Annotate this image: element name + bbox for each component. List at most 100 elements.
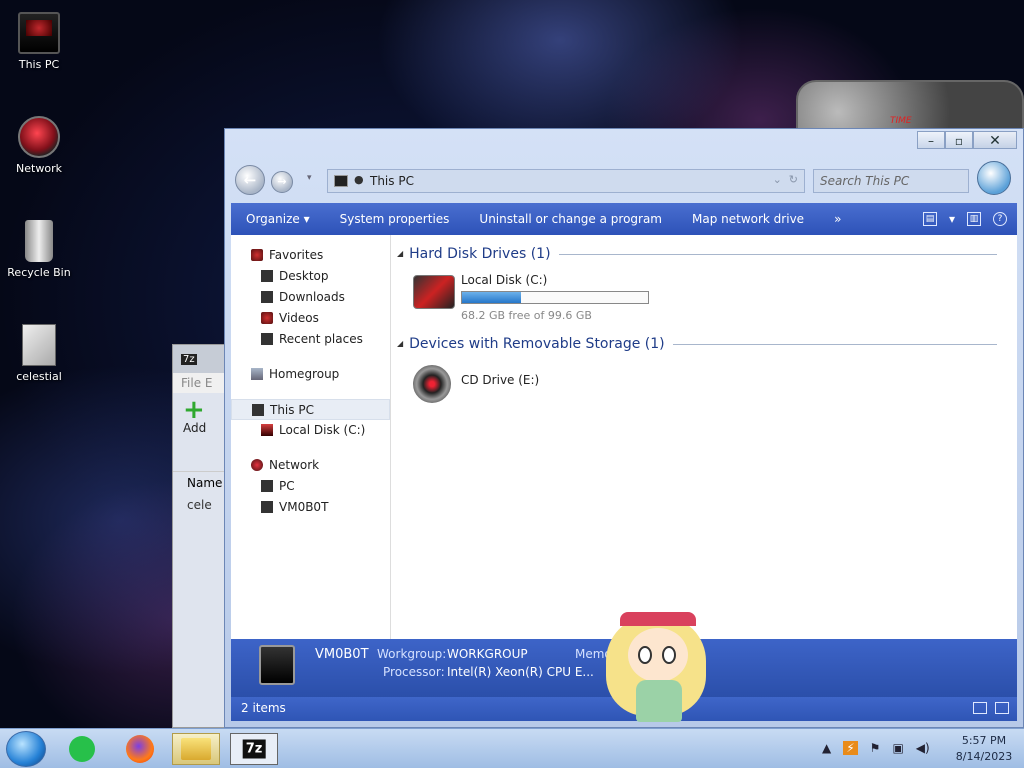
sidebar-item-network[interactable]: Network xyxy=(231,455,390,476)
recent-locations-icon[interactable]: ▾ xyxy=(307,173,312,183)
7zip-icon: 7z xyxy=(242,739,266,759)
caption-buttons: – ▫ ✕ xyxy=(917,131,1017,149)
taskbar-firefox[interactable] xyxy=(116,733,164,765)
drive-cd[interactable]: CD Drive (E:) xyxy=(397,359,997,417)
computer-icon xyxy=(261,480,273,492)
start-button[interactable] xyxy=(6,731,46,767)
volume-icon[interactable]: ◀) xyxy=(916,741,930,755)
this-pc-icon xyxy=(18,12,60,54)
network-icon xyxy=(251,459,263,471)
notes-icon xyxy=(69,736,95,762)
address-bar[interactable]: ● This PC ⌄ ↻ xyxy=(327,169,805,193)
content-area: Favorites Desktop Downloads Videos Recen… xyxy=(231,235,1017,639)
sidebar-label: Videos xyxy=(279,311,319,325)
computer-icon xyxy=(259,645,295,685)
group-title: Devices with Removable Storage (1) xyxy=(409,336,665,352)
details-view-icon[interactable] xyxy=(973,702,987,714)
group-removable-storage[interactable]: ◢ Devices with Removable Storage (1) xyxy=(397,333,997,355)
desktop-icon-celestial[interactable]: celestial xyxy=(4,324,74,383)
sidebar-label: Homegroup xyxy=(269,367,340,381)
zip-menu-bar: File E xyxy=(173,373,231,393)
more-commands-button[interactable]: » xyxy=(819,212,856,226)
group-title: Hard Disk Drives (1) xyxy=(409,246,551,262)
time-widget: TIME xyxy=(796,80,1024,132)
sidebar-label: Recent places xyxy=(279,332,363,346)
close-button[interactable]: ✕ xyxy=(973,131,1017,149)
minimize-button[interactable]: – xyxy=(917,131,945,149)
sidebar-item-this-pc[interactable]: This PC xyxy=(231,399,390,420)
zip-menu-file[interactable]: File xyxy=(181,376,201,390)
preview-pane-icon[interactable]: ▥ xyxy=(967,212,981,226)
search-icon[interactable] xyxy=(977,161,1011,195)
sidebar-item-downloads[interactable]: Downloads xyxy=(231,287,390,308)
item-count: 2 items xyxy=(241,701,286,715)
sidebar-item-recent-places[interactable]: Recent places xyxy=(231,329,390,350)
search-input[interactable]: Search This PC xyxy=(813,169,969,193)
address-dropdown-refresh-icons[interactable]: ⌄ ↻ xyxy=(773,173,798,186)
this-pc-icon xyxy=(252,404,264,416)
zip-add-label: Add xyxy=(183,421,207,435)
zip-add-button[interactable]: + Add xyxy=(173,393,231,441)
zip-menu-edit[interactable]: E xyxy=(205,376,213,390)
cd-drive-icon xyxy=(413,365,451,403)
taskbar-file-explorer[interactable] xyxy=(172,733,220,765)
desktop-icon-network[interactable]: Network xyxy=(4,116,74,175)
desktop-icon-recycle-bin[interactable]: Recycle Bin xyxy=(4,220,74,279)
address-text: This PC xyxy=(370,174,414,188)
help-icon[interactable]: ? xyxy=(993,212,1007,226)
taskbar-notes-app[interactable] xyxy=(58,733,106,765)
tray-app-icon[interactable]: ⚡ xyxy=(843,741,858,755)
forward-button[interactable]: → xyxy=(271,171,293,193)
desktop-icon-this-pc[interactable]: This PC xyxy=(4,12,74,71)
network-status-icon[interactable]: ▣ xyxy=(892,741,903,755)
show-hidden-icons-icon[interactable]: ▲ xyxy=(822,741,831,755)
change-view-icon[interactable]: ▤ xyxy=(922,212,937,226)
action-center-flag-icon[interactable]: ⚑ xyxy=(870,741,881,755)
sidebar-item-local-disk[interactable]: Local Disk (C:) xyxy=(231,420,390,441)
organize-button[interactable]: Organize ▾ xyxy=(231,212,325,226)
maximize-button[interactable]: ▫ xyxy=(945,131,973,149)
sidebar-item-videos[interactable]: Videos xyxy=(231,308,390,329)
command-bar: Organize ▾ System properties Uninstall o… xyxy=(231,203,1017,235)
collapse-icon: ◢ xyxy=(397,249,404,258)
group-hard-disk-drives[interactable]: ◢ Hard Disk Drives (1) xyxy=(397,243,997,265)
clock[interactable]: 5:57 PM 8/14/2023 xyxy=(954,733,1014,765)
back-button[interactable]: ← xyxy=(235,165,265,195)
recent-places-icon xyxy=(261,333,273,345)
view-controls: ▤ ▾ ▥ ? xyxy=(922,212,1017,226)
widget-label: TIME xyxy=(890,116,912,126)
sidebar-item-favorites[interactable]: Favorites xyxy=(231,245,390,266)
map-network-drive-button[interactable]: Map network drive xyxy=(677,212,819,226)
zip-file-row[interactable]: cele xyxy=(173,494,231,516)
desktop-icon-label: Network xyxy=(16,162,62,175)
cartoon-character xyxy=(606,602,708,728)
clock-time: 5:57 PM xyxy=(961,734,1007,747)
downloads-icon xyxy=(261,291,273,303)
large-icons-view-icon[interactable] xyxy=(995,702,1009,714)
sidebar-item-vm[interactable]: VM0B0T xyxy=(231,497,390,518)
system-tray: ▲ ⚡ ⚑ ▣ ◀) xyxy=(822,741,930,755)
file-icon xyxy=(22,324,56,366)
hard-drive-icon xyxy=(413,275,455,309)
zip-title-bar[interactable]: 7z xyxy=(173,345,231,373)
drive-usage-bar xyxy=(461,291,649,304)
taskbar-7zip[interactable]: 7z xyxy=(230,733,278,765)
zip-column-name[interactable]: Name xyxy=(173,471,231,494)
favorites-icon xyxy=(251,249,263,261)
zip-window[interactable]: 7z File E + Add Name cele xyxy=(172,344,232,728)
processor-label: Processor: xyxy=(383,665,445,679)
sidebar-item-desktop[interactable]: Desktop xyxy=(231,266,390,287)
system-properties-button[interactable]: System properties xyxy=(325,212,465,226)
computer-icon xyxy=(334,175,348,187)
drive-local-disk[interactable]: Local Disk (C:) 68.2 GB free of 99.6 GB xyxy=(397,269,997,327)
view-dropdown-icon[interactable]: ▾ xyxy=(949,212,955,226)
uninstall-program-button[interactable]: Uninstall or change a program xyxy=(464,212,677,226)
navigation-bar: ← → ▾ ● This PC ⌄ ↻ Search This PC xyxy=(235,161,1015,197)
sidebar-label: PC xyxy=(279,479,295,493)
homegroup-icon xyxy=(251,368,263,380)
sidebar-item-homegroup[interactable]: Homegroup xyxy=(231,364,390,385)
drive-icon xyxy=(261,424,273,436)
drive-name: CD Drive (E:) xyxy=(461,373,540,387)
sidebar-label: Network xyxy=(269,458,320,472)
sidebar-item-pc[interactable]: PC xyxy=(231,476,390,497)
